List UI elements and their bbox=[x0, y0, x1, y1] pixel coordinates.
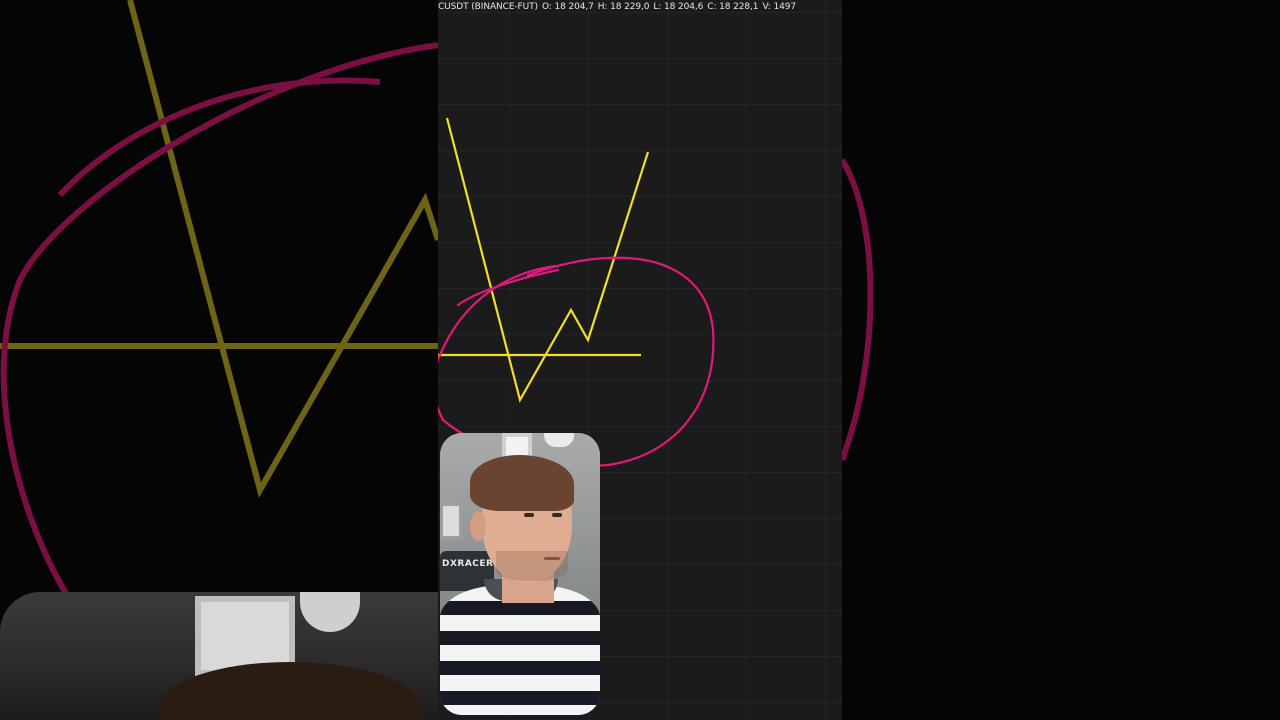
webcam-beard bbox=[496, 551, 568, 581]
backdrop-webcam bbox=[0, 592, 438, 720]
yellow-pattern-line bbox=[445, 117, 650, 403]
backdrop-lamp bbox=[300, 592, 360, 632]
backdrop-magenta-arc bbox=[0, 42, 439, 602]
webcam-eye-right bbox=[552, 513, 562, 517]
webcam-eye-left bbox=[524, 513, 534, 517]
backdrop-yellow-line bbox=[127, 0, 441, 498]
webcam-mouth bbox=[544, 557, 560, 560]
backdrop-magenta-right bbox=[839, 158, 874, 462]
webcam-sweater bbox=[440, 585, 600, 715]
chair-brand-label: DXRACER bbox=[442, 559, 494, 569]
webcam-overlay: DXRACER bbox=[440, 433, 600, 715]
webcam-wall-picture bbox=[440, 503, 462, 539]
webcam-hair bbox=[470, 455, 574, 511]
webcam-ear bbox=[470, 511, 486, 541]
